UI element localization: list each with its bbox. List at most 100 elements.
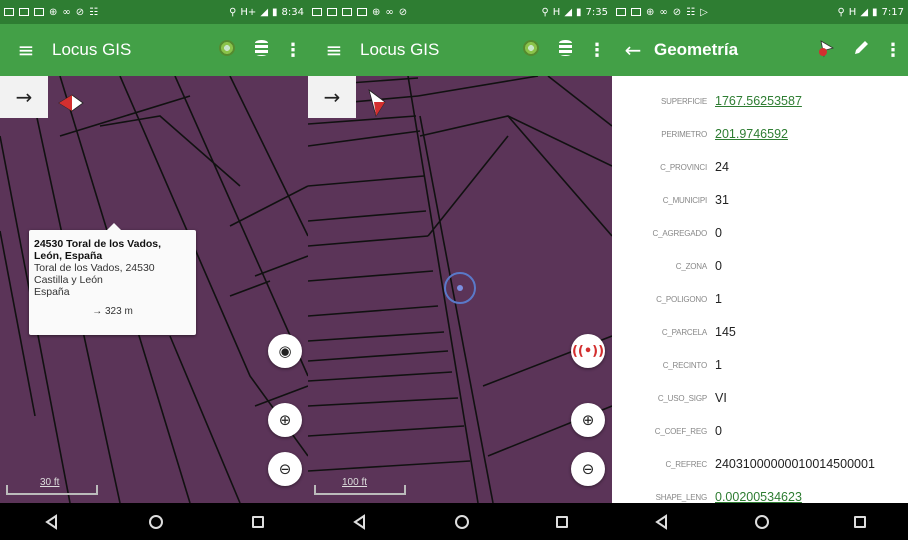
gps-status-icon[interactable] (210, 40, 244, 60)
clock: 7:17 (881, 6, 904, 18)
signal-icon: ◢ (260, 6, 269, 18)
attribute-value: 24031000000010014500001 (715, 457, 875, 471)
attribute-value: 1 (715, 292, 722, 306)
network-type: H (848, 6, 857, 18)
app-title: Locus GIS (360, 40, 440, 59)
signal-icon: ◢ (860, 6, 869, 18)
app-title: Locus GIS (52, 40, 132, 59)
location-icon: ⚲ (837, 6, 845, 18)
navigate-arrow-button[interactable]: → (0, 76, 48, 118)
attribute-row: C_AGREGADO 0 (612, 223, 908, 243)
zoom-in-button[interactable]: ⊕ (268, 403, 302, 437)
back-icon[interactable] (44, 513, 60, 530)
app-bar: ≡ Locus GIS ⋮ (0, 24, 308, 76)
location-icon: ⚲ (229, 6, 237, 18)
attribute-value-link[interactable]: 0.00200534623 (715, 490, 802, 503)
popup-address-line: Castilla y León (34, 274, 103, 286)
system-nav-bar (612, 503, 908, 540)
attribute-value-link[interactable]: 1767.56253587 (715, 94, 802, 108)
recent-apps-icon[interactable] (853, 515, 866, 528)
screen-title: Geometría (654, 40, 739, 59)
gps-status-icon[interactable] (514, 40, 548, 60)
system-nav-bar (0, 503, 308, 540)
layers-database-icon[interactable] (548, 40, 582, 60)
back-arrow-icon[interactable]: ← (612, 40, 654, 60)
screen-map-gps: ⊕ ∞ ⊘ ⚲ H ◢ ▮ 7:35 ≡ Locus GIS ⋮ → ((•))… (308, 0, 612, 540)
more-options-icon[interactable]: ⋮ (582, 40, 612, 61)
attribute-key: C_PARCELA (661, 327, 707, 337)
recent-apps-icon[interactable] (556, 515, 569, 528)
screen-geometry-attributes: ⊕ ∞ ⊘ ☷ ▷ ⚲ H ◢ ▮ 7:17 ← Geometría ⋮ SUPERFI… (612, 0, 908, 540)
attribute-key: C_REFREC (665, 459, 707, 469)
app-bar: ≡ Locus GIS ⋮ (308, 24, 612, 76)
map-view[interactable]: → 24530 Toral de los Vados, León, España… (0, 76, 308, 503)
attribute-row: C_POLIGONO 1 (612, 289, 908, 309)
system-icons: ⚲ H ◢ ▮ 7:17 (837, 7, 904, 18)
crosshair-icon: ◉ (278, 342, 292, 360)
gps-signal-icon: ((•)) (571, 343, 605, 359)
menu-icon[interactable]: ≡ (308, 40, 360, 60)
attribute-value: 31 (715, 193, 729, 207)
zoom-out-button[interactable]: ⊖ (268, 452, 302, 486)
attribute-row: C_RECINTO 1 (612, 355, 908, 375)
map-scale-bar: 100 ft (314, 477, 406, 495)
navigate-to-icon[interactable] (810, 38, 844, 62)
system-icons: ⚲ H+ ◢ ▮ 8:34 (229, 7, 304, 18)
attribute-value: 0 (715, 259, 722, 273)
popup-distance: → 323 m (92, 306, 133, 317)
edit-icon[interactable] (844, 39, 878, 61)
clock: 8:34 (281, 6, 304, 18)
attribute-key: C_ZONA (675, 261, 707, 271)
home-icon[interactable] (754, 514, 769, 529)
attribute-list: SUPERFICIE 1767.56253587 PERIMETRO 201.9746… (612, 76, 908, 503)
attribute-key: C_MUNICIPI (662, 195, 707, 205)
back-icon[interactable] (352, 513, 368, 530)
scale-label: 30 ft (40, 477, 60, 488)
more-options-icon[interactable]: ⋮ (278, 40, 308, 61)
home-icon[interactable] (454, 514, 469, 529)
system-icons: ⚲ H ◢ ▮ 7:35 (541, 7, 608, 18)
attribute-key: SUPERFICIE (660, 96, 707, 106)
zoom-in-button[interactable]: ⊕ (571, 403, 605, 437)
attribute-value: 24 (715, 160, 729, 174)
attribute-row: C_REFREC 24031000000010014500001 (612, 454, 908, 474)
address-popup[interactable]: 24530 Toral de los Vados, León, España T… (29, 223, 196, 335)
attribute-key: C_RECINTO (662, 360, 707, 370)
more-options-icon[interactable]: ⋮ (878, 40, 908, 61)
attribute-row: C_PROVINCI 24 (612, 157, 908, 177)
attribute-row: C_ZONA 0 (612, 256, 908, 276)
attribute-value: 1 (715, 358, 722, 372)
gps-position-marker (444, 272, 476, 304)
home-icon[interactable] (148, 514, 163, 529)
attribute-value-link[interactable]: 201.9746592 (715, 127, 788, 141)
zoom-out-icon: ⊖ (278, 460, 292, 478)
navigate-arrow-button[interactable]: → (308, 76, 356, 118)
recent-apps-icon[interactable] (251, 515, 264, 528)
popup-address-line: Toral de los Vados, 24530 (34, 262, 155, 274)
map-view[interactable]: → ((•)) ⊕ ⊖ 100 ft (308, 76, 612, 503)
zoom-out-icon: ⊖ (581, 460, 595, 478)
popup-title: 24530 Toral de los Vados, León, España (34, 238, 162, 262)
direction-marker-icon (58, 94, 84, 112)
direction-marker-icon (368, 88, 386, 117)
popup-address-line: España (34, 286, 70, 298)
signal-icon: ◢ (564, 6, 573, 18)
battery-icon: ▮ (272, 6, 278, 18)
clock: 7:35 (585, 6, 608, 18)
map-scale-bar: 30 ft (6, 477, 98, 495)
screen-map-search: ⊕ ∞ ⊘ ☷ ⚲ H+ ◢ ▮ 8:34 ≡ Locus GIS ⋮ → 24… (0, 0, 308, 540)
attribute-key: C_POLIGONO (656, 294, 707, 304)
attribute-row: SHAPE_LENG 0.00200534623 (612, 487, 908, 503)
app-bar: ← Geometría ⋮ (612, 24, 908, 76)
back-icon[interactable] (654, 513, 670, 530)
status-bar: ⊕ ∞ ⊘ ☷ ⚲ H+ ◢ ▮ 8:34 (0, 0, 308, 24)
gps-tracking-button[interactable]: ((•)) (571, 334, 605, 368)
zoom-out-button[interactable]: ⊖ (571, 452, 605, 486)
notification-icons: ⊕ ∞ ⊘ ☷ ▷ (616, 7, 708, 18)
layers-database-icon[interactable] (244, 40, 278, 60)
scale-label: 100 ft (342, 477, 368, 488)
my-location-button[interactable]: ◉ (268, 334, 302, 368)
attribute-row: PERIMETRO 201.9746592 (612, 124, 908, 144)
menu-icon[interactable]: ≡ (0, 40, 52, 60)
attribute-value: 0 (715, 424, 722, 438)
